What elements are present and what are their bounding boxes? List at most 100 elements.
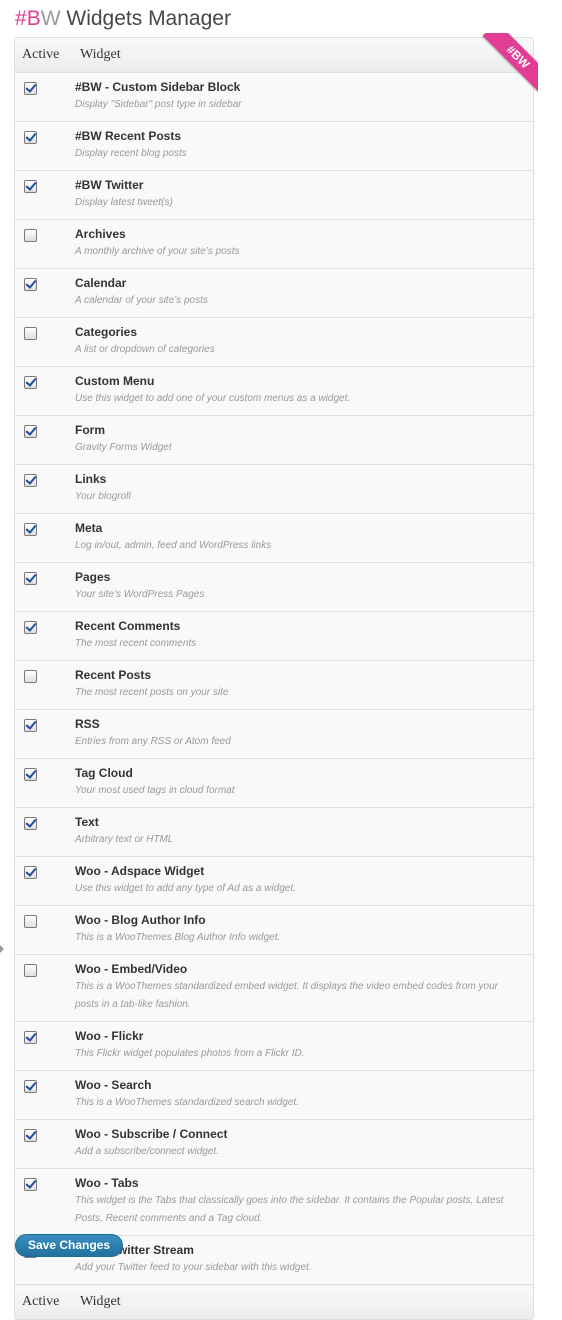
widget-active-cell	[15, 1119, 73, 1169]
widget-active-cell	[15, 121, 73, 171]
column-header-active: Active	[15, 38, 73, 73]
widget-active-cell	[15, 709, 73, 759]
widget-active-cell	[15, 317, 73, 367]
widget-row: Woo - Flickr This Flickr widget populates…	[15, 1021, 533, 1071]
widget-active-checkbox[interactable]	[24, 327, 37, 340]
widget-info-cell: Woo - Embed/Video This is a WooThemes sta…	[73, 954, 533, 1022]
widget-active-checkbox[interactable]	[24, 376, 37, 389]
widget-active-checkbox[interactable]	[24, 964, 37, 977]
widget-active-cell	[15, 366, 73, 416]
widget-info-cell: Form Gravity Forms Widget	[73, 415, 533, 465]
widget-info-cell: Woo - Adspace Widget Use this widget to a…	[73, 856, 533, 906]
widget-info-cell: Pages Your site’s WordPress Pages	[73, 562, 533, 612]
widget-active-checkbox[interactable]	[24, 817, 37, 830]
widget-row: Recent Posts The most recent posts on you…	[15, 660, 533, 710]
widget-active-cell	[15, 611, 73, 661]
widget-row: Tag Cloud Your most used tags in cloud fo…	[15, 758, 533, 808]
widget-active-checkbox[interactable]	[24, 572, 37, 585]
widget-name: Woo - Subscribe / Connect	[75, 1127, 228, 1141]
widget-active-cell	[15, 513, 73, 563]
widget-row: Woo - Search This is a WooThemes standard…	[15, 1070, 533, 1120]
widget-description: Gravity Forms Widget	[75, 442, 172, 453]
widget-name: RSS	[75, 717, 100, 731]
widget-name: #BW Twitter	[75, 178, 144, 192]
widget-row: Custom Menu Use this widget to add one of…	[15, 366, 533, 416]
widget-active-cell	[15, 905, 73, 955]
widget-active-cell	[15, 660, 73, 710]
widget-info-cell: #BW Recent Posts Display recent blog post…	[73, 121, 533, 171]
widget-name: Text	[75, 815, 99, 829]
widget-description: Display recent blog posts	[75, 148, 187, 159]
widget-active-cell	[15, 170, 73, 220]
widget-row: Woo - Blog Author Info This is a WooTheme…	[15, 905, 533, 955]
widget-description: The most recent comments	[75, 638, 197, 649]
widget-active-cell	[15, 807, 73, 857]
widget-info-cell: Woo - Twitter Stream Add your Twitter fee…	[73, 1235, 533, 1285]
widget-row: Links Your blogroll	[15, 464, 533, 514]
widget-active-checkbox[interactable]	[24, 670, 37, 683]
widget-active-cell	[15, 1070, 73, 1120]
widget-row: Calendar A calendar of your site’s posts	[15, 268, 533, 318]
widget-info-cell: Archives A monthly archive of your site’s…	[73, 219, 533, 269]
widget-active-checkbox[interactable]	[24, 866, 37, 879]
widget-active-cell	[15, 72, 73, 122]
widget-active-cell	[15, 464, 73, 514]
widget-info-cell: #BW Twitter Display latest tweet(s)	[73, 170, 533, 220]
brand-hash: #	[15, 7, 27, 30]
widget-active-checkbox[interactable]	[24, 621, 37, 634]
widget-active-cell	[15, 954, 73, 1022]
widget-name: Woo - Search	[75, 1078, 152, 1092]
widget-active-cell	[15, 219, 73, 269]
widget-active-checkbox[interactable]	[24, 229, 37, 242]
widget-active-checkbox[interactable]	[24, 1129, 37, 1142]
widget-active-checkbox[interactable]	[24, 180, 37, 193]
widget-active-checkbox[interactable]	[24, 474, 37, 487]
widget-description: Display latest tweet(s)	[75, 197, 173, 208]
widget-name: Custom Menu	[75, 374, 155, 388]
widget-active-checkbox[interactable]	[24, 523, 37, 536]
widget-description: Your blogroll	[75, 491, 131, 502]
widget-info-cell: Text Arbitrary text or HTML	[73, 807, 533, 857]
widget-active-checkbox[interactable]	[24, 1031, 37, 1044]
widget-row: Meta Log in/out, admin, feed and WordPres…	[15, 513, 533, 563]
widget-description: Add a subscribe/connect widget.	[75, 1146, 219, 1157]
widget-active-cell	[15, 758, 73, 808]
widget-info-cell: Woo - Blog Author Info This is a WooTheme…	[73, 905, 533, 955]
save-changes-button[interactable]: Save Changes	[15, 1234, 124, 1257]
widget-description: This is a WooThemes Blog Author Info wid…	[75, 932, 281, 943]
widget-description: This widget is the Tabs that classically…	[75, 1195, 504, 1224]
widget-description: Use this widget to add one of your custo…	[75, 393, 351, 404]
widget-row: Categories A list or dropdown of categori…	[15, 317, 533, 367]
widget-name: Woo - Tabs	[75, 1176, 139, 1190]
widget-active-checkbox[interactable]	[24, 915, 37, 928]
widget-info-cell: Custom Menu Use this widget to add one of…	[73, 366, 533, 416]
brand-b: B	[26, 7, 41, 30]
widget-description: Use this widget to add any type of Ad as…	[75, 883, 296, 894]
widget-active-checkbox[interactable]	[24, 768, 37, 781]
widget-info-cell: RSS Entries from any RSS or Atom feed	[73, 709, 533, 759]
widget-row: Woo - Embed/Video This is a WooThemes sta…	[15, 954, 533, 1022]
widget-name: Woo - Blog Author Info	[75, 913, 206, 927]
widget-info-cell: Recent Posts The most recent posts on you…	[73, 660, 533, 710]
widget-name: Woo - Adspace Widget	[75, 864, 205, 878]
widget-row: #BW Recent Posts Display recent blog post…	[15, 121, 533, 171]
widget-active-cell	[15, 856, 73, 906]
widget-active-checkbox[interactable]	[24, 1080, 37, 1093]
widget-description: Log in/out, admin, feed and WordPress li…	[75, 540, 272, 551]
column-footer-active: Active	[15, 1284, 73, 1319]
widget-active-checkbox[interactable]	[24, 425, 37, 438]
widget-description: Arbitrary text or HTML	[75, 834, 174, 845]
widget-row: RSS Entries from any RSS or Atom feed	[15, 709, 533, 759]
widget-active-checkbox[interactable]	[24, 278, 37, 291]
table-footer-row: Active Widget	[15, 1284, 533, 1319]
widget-active-checkbox[interactable]	[24, 131, 37, 144]
widget-description: The most recent posts on your site	[75, 687, 229, 698]
widget-row: Woo - Tabs This widget is the Tabs that c…	[15, 1168, 533, 1236]
widget-active-checkbox[interactable]	[24, 719, 37, 732]
widget-active-checkbox[interactable]	[24, 82, 37, 95]
widget-description: Display "Sidebar" post type in sidebar	[75, 99, 242, 110]
widget-row: #BW - Custom Sidebar Block Display "Sideb…	[15, 72, 533, 122]
widget-info-cell: Categories A list or dropdown of categori…	[73, 317, 533, 367]
widget-description: Add your Twitter feed to your sidebar wi…	[75, 1262, 312, 1273]
widget-active-checkbox[interactable]	[24, 1178, 37, 1191]
